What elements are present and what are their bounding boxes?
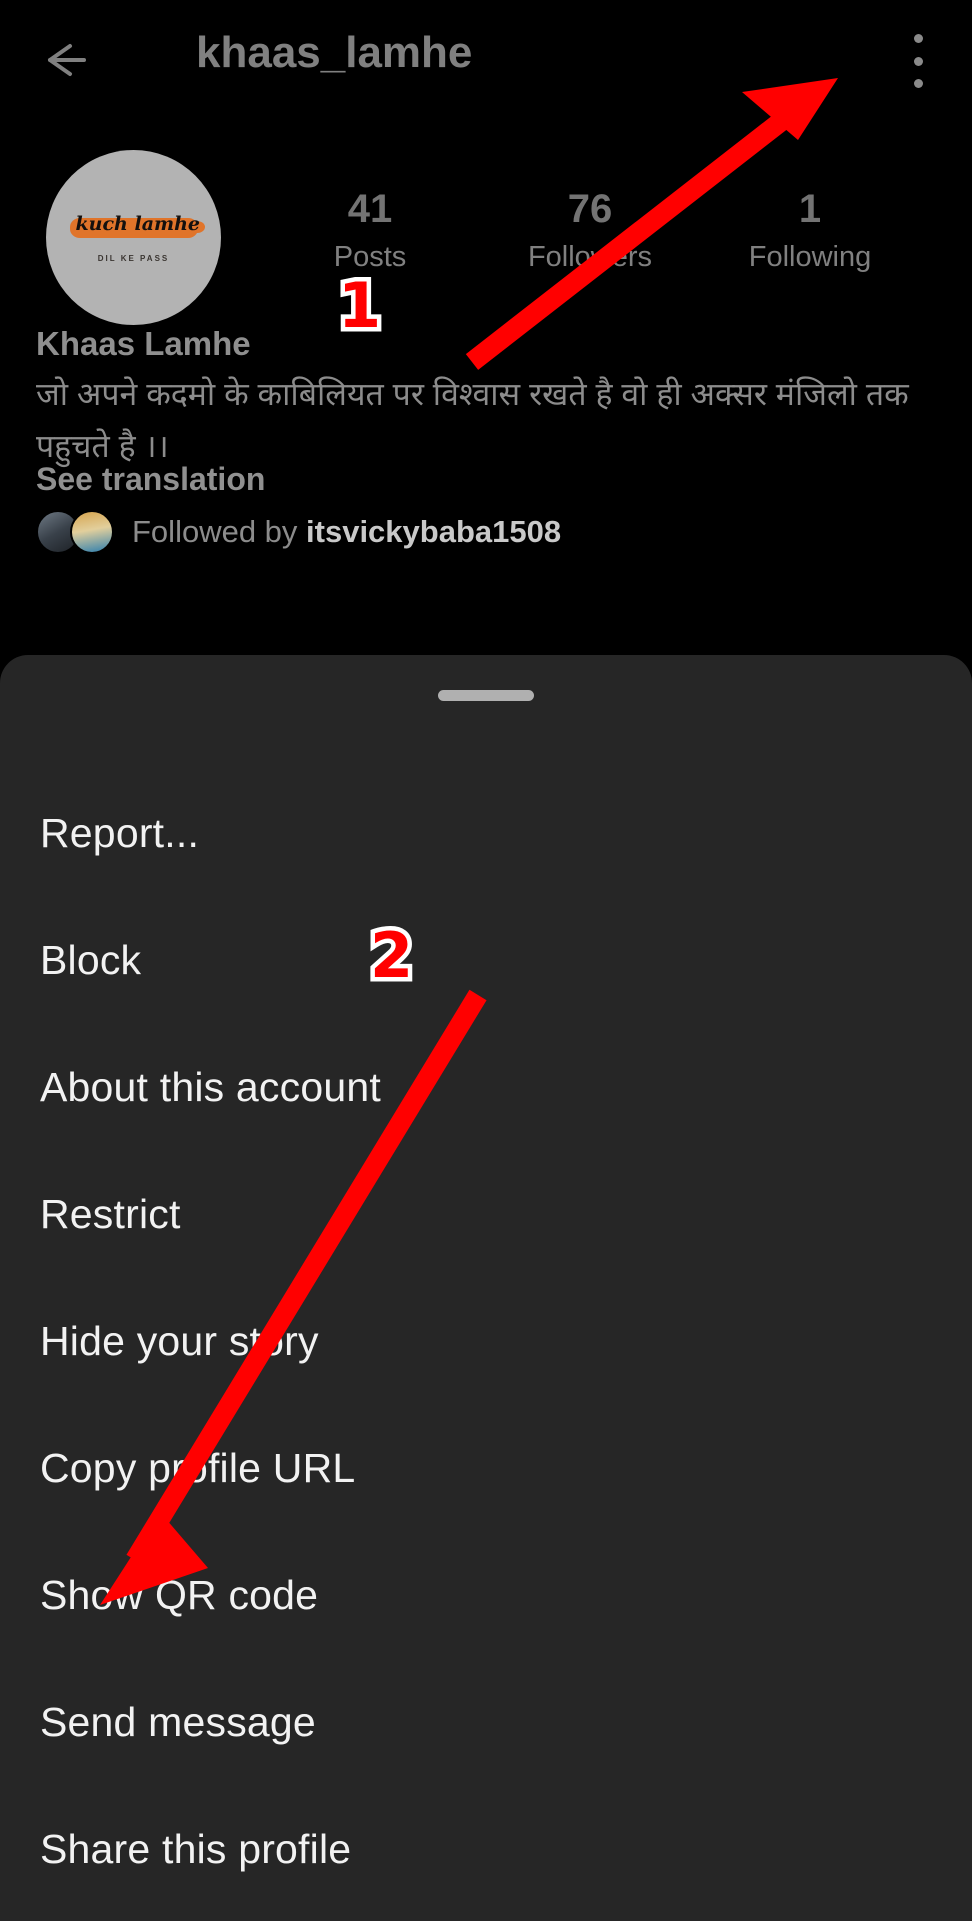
annotation-marker-1: 1 bbox=[333, 269, 385, 342]
back-arrow-icon[interactable] bbox=[40, 34, 92, 86]
see-translation-link[interactable]: See translation bbox=[36, 461, 265, 498]
followed-by-text: Followed by itsvickybaba1508 bbox=[132, 514, 561, 550]
stat-following[interactable]: 1 Following bbox=[700, 182, 920, 278]
stat-following-label: Following bbox=[748, 241, 872, 273]
menu-item-share-this-profile[interactable]: Share this profile bbox=[0, 1786, 972, 1913]
options-menu-list: Report... Block About this account Restr… bbox=[0, 770, 972, 1913]
menu-item-report[interactable]: Report... bbox=[0, 770, 972, 897]
page-title: khaas_lamhe bbox=[196, 28, 473, 77]
menu-item-restrict[interactable]: Restrict bbox=[0, 1151, 972, 1278]
dot bbox=[913, 56, 923, 66]
three-dot-menu-icon[interactable] bbox=[896, 32, 940, 90]
menu-item-hide-your-story[interactable]: Hide your story bbox=[0, 1278, 972, 1405]
stat-followers-label: Followers bbox=[527, 241, 653, 273]
brush-stroke-icon: kuch lamhe bbox=[69, 212, 205, 242]
profile-stats: 41 Posts 76 Followers 1 Following bbox=[260, 182, 920, 278]
app-header: khaas_lamhe bbox=[0, 0, 972, 118]
avatar-artwork: kuch lamhe DIL KE PASS bbox=[46, 150, 221, 325]
stat-followers[interactable]: 76 Followers bbox=[480, 182, 700, 278]
stat-posts-value: 41 bbox=[347, 187, 393, 231]
mutual-avatar bbox=[70, 510, 114, 554]
stat-posts[interactable]: 41 Posts bbox=[260, 182, 480, 278]
mutual-follower-avatars bbox=[36, 510, 118, 554]
menu-item-about-this-account[interactable]: About this account bbox=[0, 1024, 972, 1151]
menu-item-block[interactable]: Block bbox=[0, 897, 972, 1024]
avatar-tagline: DIL KE PASS bbox=[97, 254, 170, 263]
dot bbox=[913, 79, 923, 88]
display-name: Khaas Lamhe bbox=[36, 325, 251, 362]
instagram-profile-screen: khaas_lamhe kuch lamhe DIL KE PASS 41 Po… bbox=[0, 0, 972, 1921]
avatar[interactable]: kuch lamhe DIL KE PASS bbox=[46, 150, 221, 325]
menu-item-send-message[interactable]: Send message bbox=[0, 1659, 972, 1786]
menu-item-copy-profile-url[interactable]: Copy profile URL bbox=[0, 1405, 972, 1532]
avatar-script-text: kuch lamhe bbox=[75, 213, 201, 235]
stat-posts-label: Posts bbox=[333, 241, 407, 273]
profile-options-bottom-sheet: Report... Block About this account Restr… bbox=[0, 655, 972, 1921]
followed-by-prefix: Followed by bbox=[132, 514, 307, 549]
stat-following-value: 1 bbox=[798, 187, 822, 231]
profile-bio: जो अपने कदमो के काबिलियत पर विश्वास रखते… bbox=[36, 376, 909, 464]
followed-by-row[interactable]: Followed by itsvickybaba1508 bbox=[36, 508, 561, 556]
followed-by-username: itsvickybaba1508 bbox=[306, 514, 562, 549]
stat-followers-value: 76 bbox=[567, 187, 613, 231]
menu-item-show-qr-code[interactable]: Show QR code bbox=[0, 1532, 972, 1659]
dot bbox=[913, 34, 923, 43]
drag-handle[interactable] bbox=[438, 690, 534, 701]
